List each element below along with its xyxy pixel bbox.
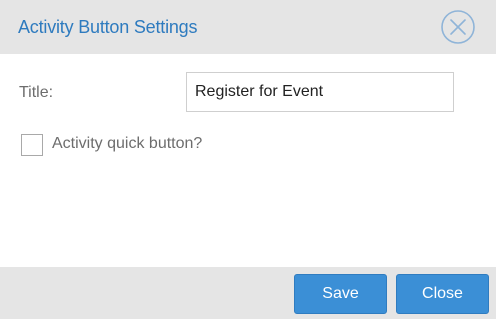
title-input[interactable] xyxy=(186,72,454,112)
activity-quick-button-label: Activity quick button? xyxy=(52,135,203,152)
activity-quick-button-checkbox[interactable] xyxy=(21,134,43,156)
dialog-header: Activity Button Settings xyxy=(0,0,496,54)
close-button[interactable]: Close xyxy=(396,274,489,314)
title-field-label: Title: xyxy=(19,84,54,101)
activity-button-settings-dialog: Activity Button Settings Title: Activity… xyxy=(0,0,496,319)
save-button[interactable]: Save xyxy=(294,274,387,314)
close-circle-icon[interactable] xyxy=(440,9,476,45)
dialog-title: Activity Button Settings xyxy=(18,17,198,37)
